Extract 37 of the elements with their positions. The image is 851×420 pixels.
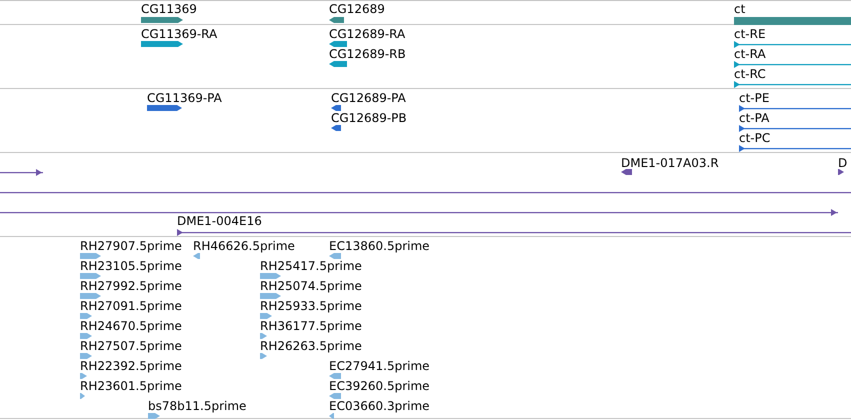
feature-label: RH22392.5prime: [80, 359, 182, 373]
feature-label: RH27907.5prime: [80, 239, 182, 253]
feature-label: D: [838, 156, 848, 170]
feature-label: ct-RC: [734, 67, 766, 81]
feature-label: ct: [734, 2, 746, 16]
feature-label: RH26263.5prime: [260, 339, 362, 353]
feature-label: RH23105.5prime: [80, 259, 182, 273]
feature-label: CG12689-PA: [331, 91, 406, 105]
feature-label: ct-PC: [739, 131, 770, 145]
feature-label: bs78b11.5prime: [148, 399, 246, 413]
feature-label: EC39260.5prime: [329, 379, 430, 393]
feature-label: EC03660.3prime: [329, 399, 430, 413]
feature-label: CG12689-RB: [329, 47, 406, 61]
feature-label: DME1-004E16: [177, 214, 262, 228]
feature-label: RH25074.5prime: [260, 279, 362, 293]
feature-label: EC27941.5prime: [329, 359, 430, 373]
feature-label: CG11369-PA: [147, 91, 222, 105]
feature-label: RH36177.5prime: [260, 319, 362, 333]
feature-label: ct-RA: [734, 47, 766, 61]
feature-label: EC13860.5prime: [329, 239, 430, 253]
feature-label: RH27507.5prime: [80, 339, 182, 353]
feature-label: RH23601.5prime: [80, 379, 182, 393]
feature-label: ct-PE: [739, 91, 770, 105]
feature-label: CG11369: [141, 2, 197, 16]
feature-label: RH27992.5prime: [80, 279, 182, 293]
feature-label: ct-PA: [739, 111, 770, 125]
feature-label: RH24670.5prime: [80, 319, 182, 333]
feature-label: CG12689-RA: [329, 27, 406, 41]
feature-label: ct-RE: [734, 27, 766, 41]
feature-label: RH46626.5prime: [193, 239, 295, 253]
feature-label: CG12689-PB: [331, 111, 407, 125]
feature-label: RH25417.5prime: [260, 259, 362, 273]
feature-label: RH25933.5prime: [260, 299, 362, 313]
feature-label: CG12689: [329, 2, 385, 16]
feature-label: CG11369-RA: [141, 27, 218, 41]
feature-label: RH27091.5prime: [80, 299, 182, 313]
feature-label: DME1-017A03.R: [621, 156, 719, 170]
